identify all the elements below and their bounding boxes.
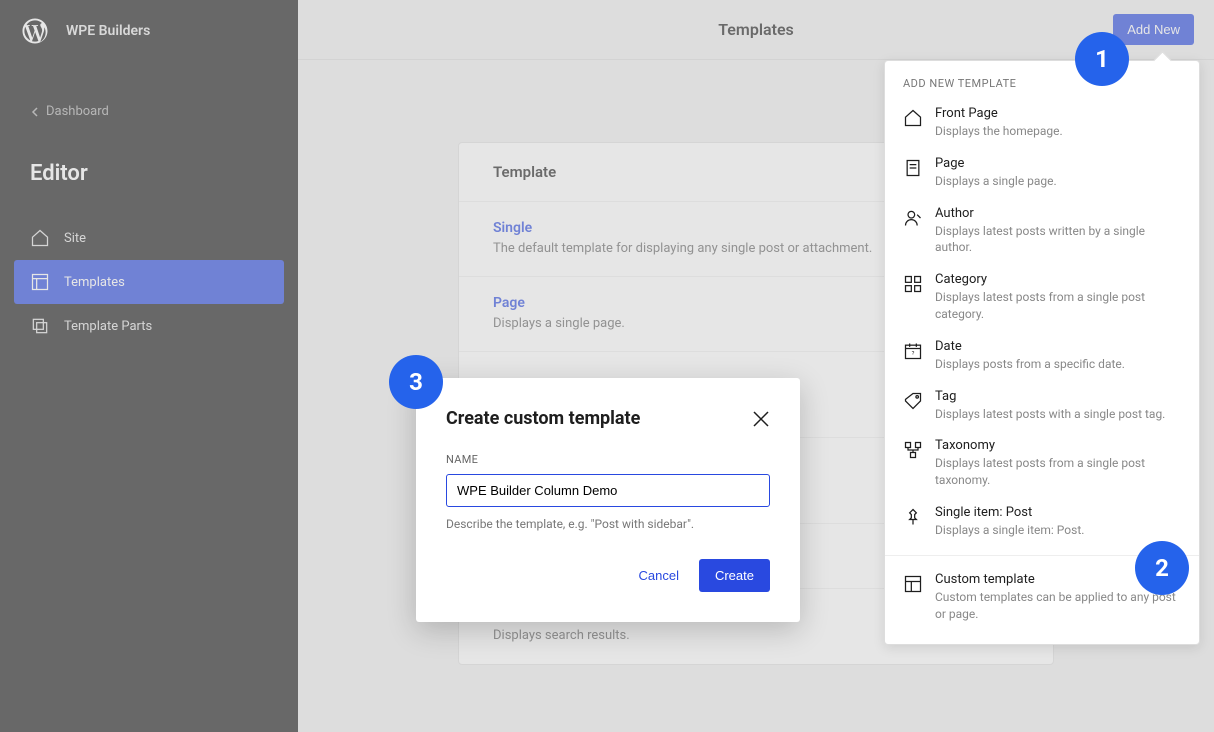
cancel-button[interactable]: Cancel [629,559,689,592]
page-icon [903,158,923,178]
dropdown-item-author[interactable]: AuthorDisplays latest posts written by a… [885,198,1199,265]
create-template-modal: Create custom template Name Describe the… [416,378,800,622]
dropdown-item-category[interactable]: CategoryDisplays latest posts from a sin… [885,264,1199,331]
name-field-label: Name [446,453,770,466]
taxonomy-icon [903,440,923,460]
author-icon [903,208,923,228]
layout-icon [903,574,923,594]
create-button[interactable]: Create [699,559,770,592]
dropdown-item-front-page[interactable]: Front PageDisplays the homepage. [885,98,1199,148]
dropdown-item-date[interactable]: ? DateDisplays posts from a specific dat… [885,331,1199,381]
dropdown-item-page[interactable]: PageDisplays a single page. [885,148,1199,198]
dropdown-item-single-post[interactable]: Single item: PostDisplays a single item:… [885,497,1199,547]
pin-icon [903,507,923,527]
close-icon[interactable] [752,410,770,428]
tag-icon [903,391,923,411]
dropdown-item-taxonomy[interactable]: TaxonomyDisplays latest posts from a sin… [885,430,1199,497]
annotation-badge-2: 2 [1135,541,1189,595]
home-icon [903,108,923,128]
name-field-hint: Describe the template, e.g. "Post with s… [446,517,770,531]
category-icon [903,274,923,294]
svg-text:?: ? [912,351,915,357]
dropdown-header: Add New Template [885,61,1199,98]
annotation-badge-1: 1 [1075,32,1129,86]
dropdown-item-tag[interactable]: TagDisplays latest posts with a single p… [885,381,1199,431]
template-name-input[interactable] [446,474,770,507]
calendar-icon: ? [903,341,923,361]
modal-title: Create custom template [446,408,640,429]
annotation-badge-3: 3 [389,355,443,409]
